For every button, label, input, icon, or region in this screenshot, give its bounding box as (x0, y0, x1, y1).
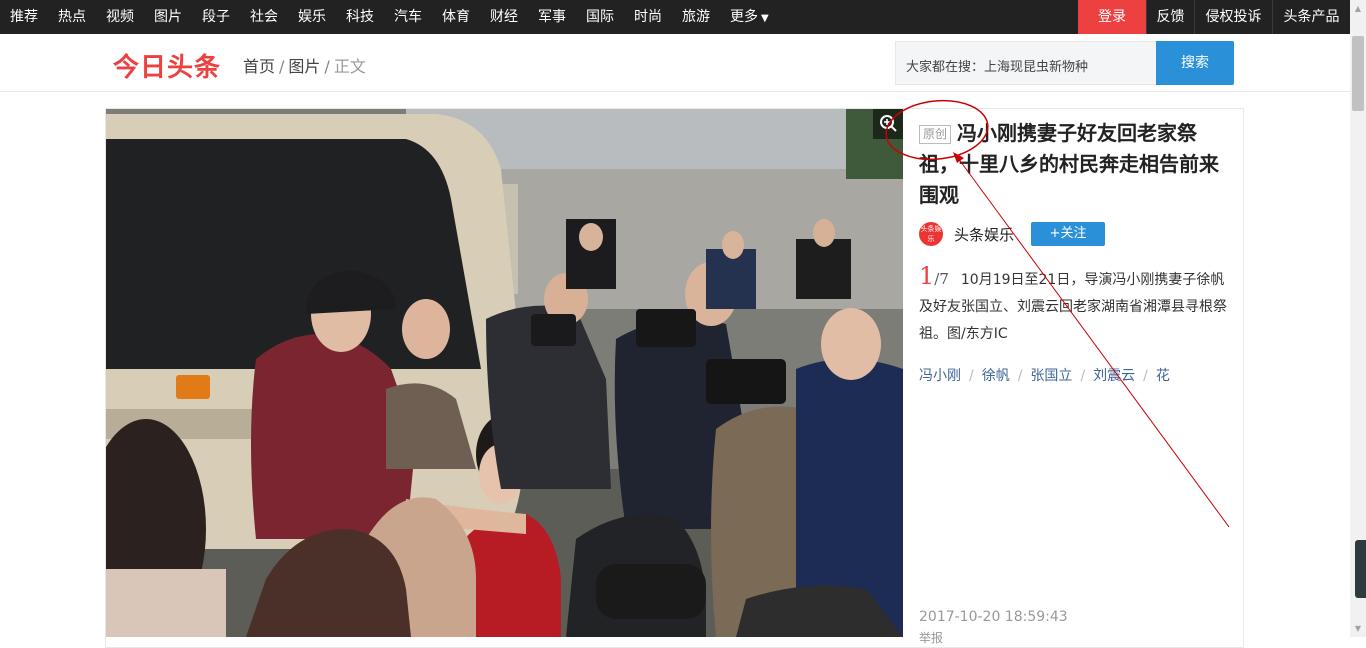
chevron-down-icon: ▼ (761, 13, 769, 24)
search-button[interactable]: 搜索 (1156, 41, 1234, 85)
page-total: /7 (934, 270, 949, 288)
nav-item-society[interactable]: 社会 (250, 0, 278, 34)
page-current: 1 (919, 262, 935, 290)
site-logo[interactable]: 今日头条 (113, 47, 221, 84)
article-title: 原创 冯小刚携妻子好友回老家祭祖，十里八乡的村民奔走相告前来围观 (919, 118, 1227, 211)
article-info: 原创 冯小刚携妻子好友回老家祭祖，十里八乡的村民奔走相告前来围观 (919, 118, 1227, 211)
nav-item-entertainment[interactable]: 娱乐 (298, 0, 326, 34)
breadcrumb-separator: / (324, 57, 330, 76)
side-widget-tab[interactable] (1355, 540, 1366, 598)
feedback-link[interactable]: 反馈 (1146, 0, 1194, 34)
scroll-up-arrow-icon[interactable]: ▲ (1350, 0, 1366, 17)
products-link[interactable]: 头条产品 (1272, 0, 1350, 34)
nav-item-international[interactable]: 国际 (586, 0, 614, 34)
infringement-report-link[interactable]: 侵权投诉 (1194, 0, 1272, 34)
nav-item-military[interactable]: 军事 (538, 0, 566, 34)
article-title-text: 冯小刚携妻子好友回老家祭祖，十里八乡的村民奔走相告前来围观 (919, 121, 1219, 207)
tag-link[interactable]: 张国立 (1030, 368, 1072, 384)
breadcrumb-separator: / (279, 57, 285, 76)
caption-text: 10月19日至21日，导演冯小刚携妻子徐帆及好友张国立、刘震云回老家湖南省湘潭县… (919, 272, 1227, 342)
nav-item-travel[interactable]: 旅游 (682, 0, 710, 34)
tag-link[interactable]: 花 (1156, 368, 1170, 384)
nav-item-recommend[interactable]: 推荐 (10, 0, 38, 34)
nav-item-jokes[interactable]: 段子 (202, 0, 230, 34)
tag-separator: / (1080, 368, 1086, 384)
top-nav-bar: 推荐 热点 视频 图片 段子 社会 娱乐 科技 汽车 体育 财经 军事 国际 时… (0, 0, 1366, 34)
scroll-down-arrow-icon[interactable]: ▼ (1350, 620, 1366, 637)
page-header: 今日头条 首页 / 图片 / 正文 大家都在搜：上海现昆虫新物种 搜索 (0, 34, 1350, 92)
breadcrumb-current: 正文 (333, 57, 366, 76)
nav-item-tech[interactable]: 科技 (346, 0, 374, 34)
breadcrumb-home[interactable]: 首页 (243, 57, 275, 76)
tag-separator: / (1143, 368, 1148, 384)
photo-caption: 1/7 10月19日至21日，导演冯小刚携妻子徐帆及好友张国立、刘震云回老家湖南省… (919, 264, 1229, 348)
zoom-in-icon[interactable] (873, 109, 903, 139)
tag-separator: / (969, 368, 974, 384)
tag-link[interactable]: 徐帆 (982, 368, 1010, 384)
follow-button[interactable]: +关注 (1031, 222, 1105, 246)
breadcrumb: 首页 / 图片 / 正文 (243, 53, 366, 77)
breadcrumb-pictures[interactable]: 图片 (288, 57, 320, 76)
nav-more-label: 更多 (730, 9, 758, 25)
gallery-photo[interactable] (106, 109, 903, 637)
search-input[interactable]: 大家都在搜：上海现昆虫新物种 (895, 41, 1157, 85)
nav-item-fashion[interactable]: 时尚 (634, 0, 662, 34)
tag-list: 冯小刚 / 徐帆 / 张国立 / 刘震云 / 花 (919, 365, 1170, 385)
photo-illustration (106, 109, 903, 637)
report-link[interactable]: 举报 (919, 629, 943, 646)
tag-separator: / (1017, 368, 1023, 384)
nav-item-hot[interactable]: 热点 (58, 0, 86, 34)
nav-item-more[interactable]: 更多 ▼ (730, 0, 769, 34)
nav-item-cars[interactable]: 汽车 (394, 0, 422, 34)
nav-item-sports[interactable]: 体育 (442, 0, 470, 34)
nav-item-finance[interactable]: 财经 (490, 0, 518, 34)
login-button[interactable]: 登录 (1078, 0, 1146, 34)
scrollbar-thumb[interactable] (1352, 36, 1364, 111)
tag-link[interactable]: 冯小刚 (919, 368, 961, 384)
author-name[interactable]: 头条娱乐 (954, 224, 1014, 245)
nav-item-pictures[interactable]: 图片 (154, 0, 182, 34)
nav-item-video[interactable]: 视频 (106, 0, 134, 34)
author-avatar[interactable]: 头条娱乐 (919, 222, 943, 246)
publish-date: 2017-10-20 18:59:43 (919, 609, 1068, 625)
tag-link[interactable]: 刘震云 (1093, 368, 1135, 384)
original-badge: 原创 (919, 125, 952, 144)
